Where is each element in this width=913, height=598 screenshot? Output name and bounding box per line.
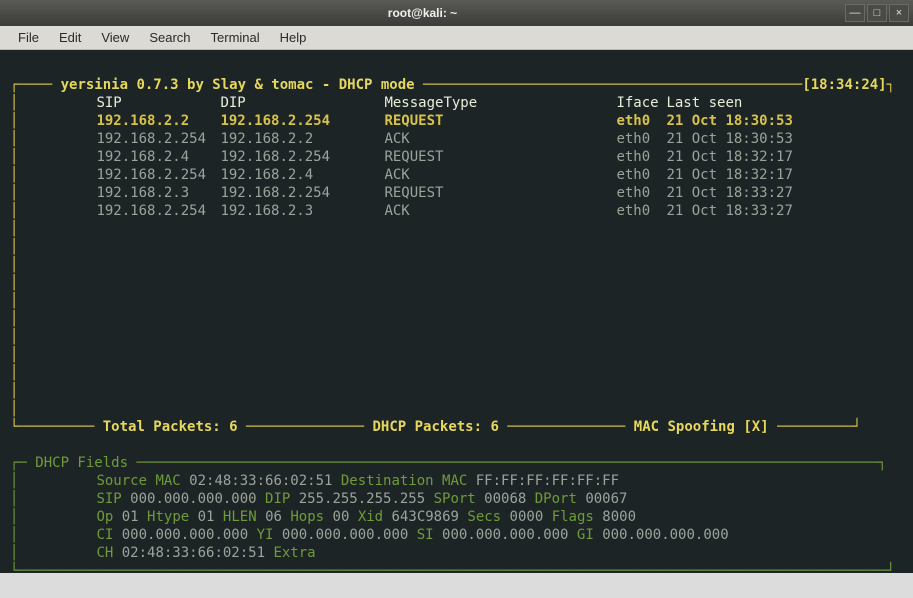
box-top: ┌──── [10,77,52,93]
field-value: 01 [122,509,147,525]
menu-view[interactable]: View [91,28,139,47]
dhcp-packets-value: 6 [490,419,507,435]
field-value: 000.000.000.000 [602,527,737,543]
field-key: HLEN [223,509,265,525]
dhcp-packets-label: DHCP Packets: [364,419,490,435]
cell-iface: eth0 [616,202,666,220]
menu-bar: File Edit View Search Terminal Help [0,26,913,50]
window-titlebar: root@kali: ~ — □ × [0,0,913,26]
cell-msg: REQUEST [384,184,616,202]
cell-iface: eth0 [616,184,666,202]
field-value: 000.000.000.000 [122,527,257,543]
cell-last: 21 Oct 18:30:53 [666,130,792,148]
field-key: SIP [96,491,130,507]
window-buttons: — □ × [845,4,909,22]
field-value: FF:FF:FF:FF:FF:FF [476,473,628,489]
field-value: 0000 [510,509,552,525]
cell-last: 21 Oct 18:30:53 [666,112,792,130]
box-title: yersinia 0.7.3 by Slay & tomac - DHCP mo… [52,77,423,93]
field-key: DIP [265,491,299,507]
clock: [18:34:24] [802,77,886,93]
cell-dip: 192.168.2.4 [220,166,384,184]
col-iface: Iface [616,94,666,112]
cell-iface: eth0 [616,166,666,184]
cell-iface: eth0 [616,112,666,130]
cell-sip: 192.168.2.254 [96,166,220,184]
cell-sip: 192.168.2.2 [96,112,220,130]
cell-dip: 192.168.2.3 [220,202,384,220]
menu-search[interactable]: Search [139,28,200,47]
cell-msg: REQUEST [384,112,616,130]
cell-last: 21 Oct 18:33:27 [666,184,792,202]
field-key: GI [577,527,602,543]
minimize-button[interactable]: — [845,4,865,22]
field-value: 00068 [484,491,535,507]
cell-sip: 192.168.2.3 [96,184,220,202]
cell-sip: 192.168.2.254 [96,130,220,148]
field-key: Source MAC [96,473,189,489]
field-value: 06 [265,509,290,525]
cell-iface: eth0 [616,148,666,166]
total-packets-label: Total Packets: [94,419,229,435]
field-key: Hops [290,509,332,525]
cell-last: 21 Oct 18:33:27 [666,202,792,220]
mac-spoofing: MAC Spoofing [X] [625,419,777,435]
cell-dip: 192.168.2.254 [220,184,384,202]
menu-edit[interactable]: Edit [49,28,91,47]
cell-dip: 192.168.2.254 [220,112,384,130]
cell-sip: 192.168.2.254 [96,202,220,220]
col-msg: MessageType [384,94,616,112]
field-key: Op [96,509,121,525]
menu-help[interactable]: Help [270,28,317,47]
field-key: SPort [434,491,485,507]
field-key: Xid [358,509,392,525]
close-button[interactable]: × [889,4,909,22]
field-value: 01 [198,509,223,525]
field-key: Extra [273,545,324,561]
menu-file[interactable]: File [8,28,49,47]
field-value: 000.000.000.000 [442,527,577,543]
field-value: 643C9869 [392,509,468,525]
field-value: 02:48:33:66:02:51 [122,545,274,561]
field-value: 00067 [585,491,636,507]
cell-last: 21 Oct 18:32:17 [666,148,792,166]
cell-sip: 192.168.2.4 [96,148,220,166]
cell-iface: eth0 [616,130,666,148]
field-key: SI [417,527,442,543]
cell-dip: 192.168.2.254 [220,148,384,166]
terminal-output[interactable]: ┌──── yersinia 0.7.3 by Slay & tomac - D… [0,50,913,573]
field-key: CI [96,527,121,543]
field-value: 02:48:33:66:02:51 [189,473,341,489]
field-value: 255.255.255.255 [299,491,434,507]
total-packets-value: 6 [229,419,246,435]
field-key: Secs [467,509,509,525]
cell-msg: ACK [384,202,616,220]
fields-title: DHCP Fields [27,455,137,471]
cell-msg: ACK [384,166,616,184]
field-key: Htype [147,509,198,525]
field-value: 000.000.000.000 [282,527,417,543]
cell-msg: REQUEST [384,148,616,166]
cell-dip: 192.168.2.2 [220,130,384,148]
field-key: Destination MAC [341,473,476,489]
col-dip: DIP [220,94,384,112]
menu-terminal[interactable]: Terminal [201,28,270,47]
field-value: 00 [333,509,358,525]
maximize-button[interactable]: □ [867,4,887,22]
col-sip: SIP [96,94,220,112]
cell-msg: ACK [384,130,616,148]
field-value: 000.000.000.000 [130,491,265,507]
field-key: YI [257,527,282,543]
cell-last: 21 Oct 18:32:17 [666,166,792,184]
field-value: 8000 [602,509,644,525]
field-key: CH [96,545,121,561]
field-key: DPort [535,491,586,507]
field-key: Flags [552,509,603,525]
window-title: root@kali: ~ [0,6,845,20]
col-last: Last seen [666,94,742,112]
